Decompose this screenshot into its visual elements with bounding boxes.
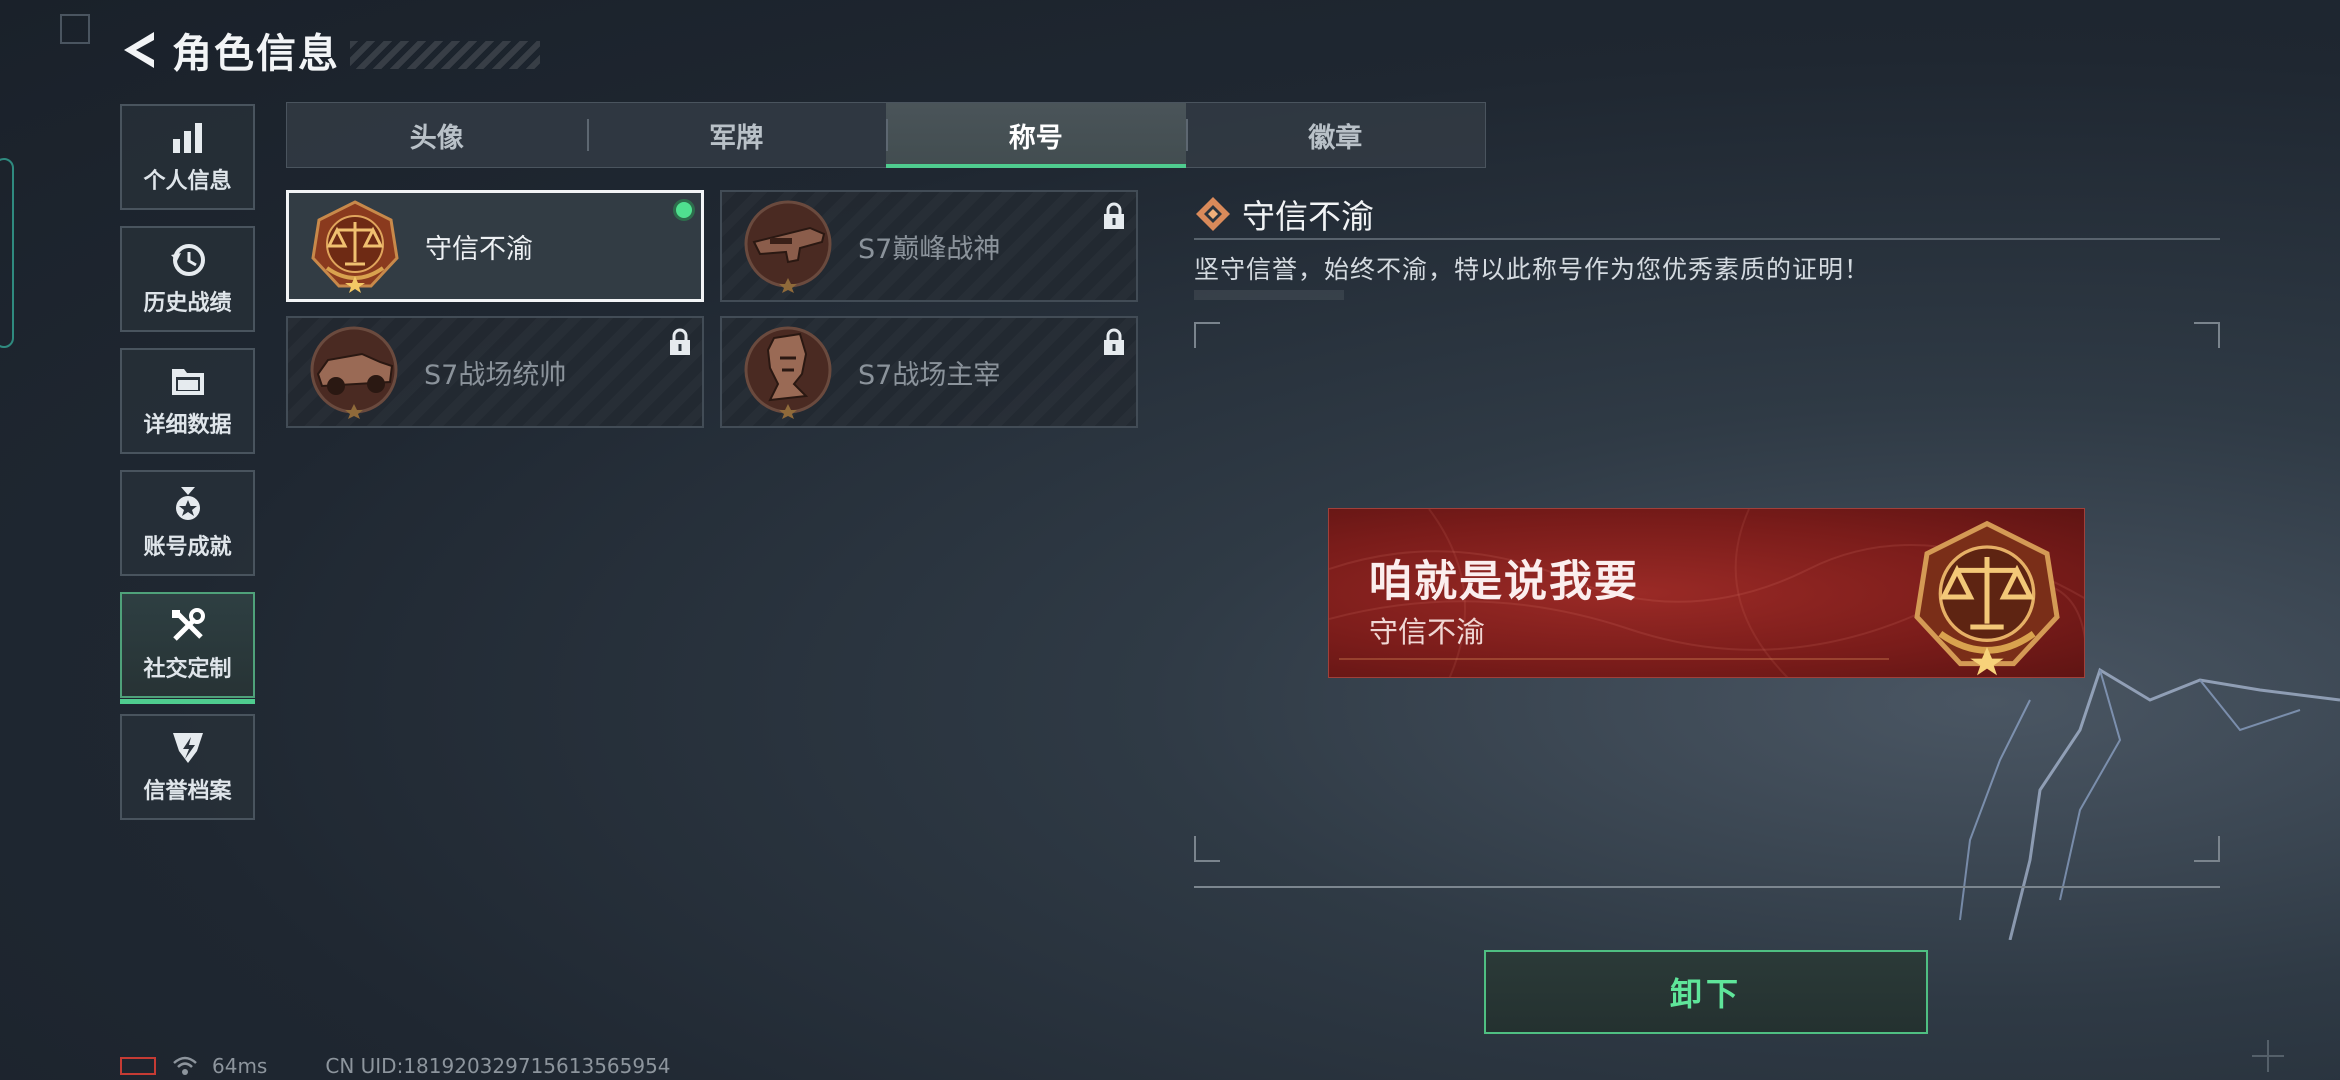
title-decoration [350, 41, 540, 69]
title-card-name: S7战场主宰 [858, 359, 1001, 391]
status-bar: 64ms CN UID:181920329715613565954 [120, 1054, 671, 1078]
equipped-indicator-icon [673, 199, 695, 221]
frame-corner [2194, 836, 2220, 862]
battery-icon [120, 1057, 156, 1075]
vehicle-emblem-icon [310, 326, 398, 419]
sidebar: 个人信息 历史战绩 详细数据 账号成就 社交定制 信誉档案 [120, 104, 255, 836]
title-card-name: S7战场统帅 [424, 359, 567, 391]
lock-icon [1104, 202, 1124, 229]
lock-icon [1104, 328, 1124, 355]
soldier-emblem-icon [744, 326, 832, 419]
side-edge-handle[interactable] [0, 158, 14, 348]
sidebar-item-history[interactable]: 历史战绩 [120, 226, 255, 332]
tools-icon [171, 608, 205, 641]
uid-text: CN UID:181920329715613565954 [325, 1054, 671, 1078]
sidebar-item-label: 历史战绩 [143, 291, 232, 316]
page-title: 角色信息 [172, 31, 340, 77]
unequip-button[interactable]: 卸下 [1484, 950, 1928, 1034]
sidebar-item-label: 个人信息 [143, 169, 232, 194]
page-header: 角色信息 [118, 22, 540, 78]
lock-icon [670, 328, 690, 355]
sidebar-item-label: 详细数据 [143, 413, 232, 438]
title-card-trustworthy[interactable]: 守信不渝 [286, 190, 704, 302]
folder-icon [171, 369, 204, 395]
description-decoration [1194, 290, 1344, 300]
tab-title[interactable]: 称号 [886, 103, 1186, 168]
banner-main-text: 咱就是说我要 [1369, 557, 1639, 607]
sidebar-item-credit-record[interactable]: 信誉档案 [120, 714, 255, 820]
corner-marker [60, 14, 90, 44]
sidebar-item-label: 社交定制 [143, 657, 232, 682]
credit-shield-icon [172, 733, 203, 763]
detail-divider [1194, 238, 2220, 240]
title-preview-banner: 咱就是说我要 守信不渝 [1328, 508, 2085, 678]
scales-emblem-icon [311, 200, 399, 293]
plus-marker-icon [2252, 1040, 2284, 1072]
title-card-name: S7巅峰战神 [858, 233, 1001, 265]
scales-emblem-icon [1914, 520, 2060, 676]
sidebar-item-detailed-data[interactable]: 详细数据 [120, 348, 255, 454]
detail-description: 坚守信誉，始终不渝，特以此称号作为您优秀素质的证明！ [1194, 255, 1871, 284]
detail-title: 守信不渝 [1242, 197, 1374, 236]
tab-dogtag[interactable]: 军牌 [586, 103, 887, 167]
rifle-emblem-icon [744, 200, 832, 293]
medal-icon [175, 487, 200, 520]
ping-value: 64ms [212, 1054, 268, 1078]
sidebar-item-personal-info[interactable]: 个人信息 [120, 104, 255, 210]
bar-chart-icon [172, 123, 202, 153]
tab-avatar[interactable]: 头像 [287, 103, 587, 167]
title-card-s7-dominator[interactable]: S7战场主宰 [720, 316, 1138, 428]
frame-corner [2194, 322, 2220, 348]
banner-sub-text: 守信不渝 [1369, 615, 1486, 649]
sidebar-item-social-custom[interactable]: 社交定制 [120, 592, 255, 704]
frame-corner [1194, 836, 1220, 862]
sidebar-item-label: 信誉档案 [143, 779, 232, 804]
preview-divider [1194, 886, 2220, 888]
frame-corner [1194, 322, 1220, 348]
title-card-s7-commander[interactable]: S7战场统帅 [286, 316, 704, 428]
tab-badge[interactable]: 徽章 [1185, 103, 1486, 167]
detail-header: 守信不渝 [1194, 190, 1374, 238]
diamond-title-icon [1196, 197, 1230, 231]
back-arrow-icon[interactable] [118, 28, 162, 72]
title-card-s7-peak-god[interactable]: S7巅峰战神 [720, 190, 1138, 302]
title-card-name: 守信不渝 [425, 233, 533, 265]
sidebar-item-label: 账号成就 [143, 535, 232, 560]
history-clock-icon [170, 244, 205, 276]
sidebar-item-achievements[interactable]: 账号成就 [120, 470, 255, 576]
tab-bar: 头像 军牌 称号 徽章 [286, 102, 1486, 168]
wifi-icon [173, 1056, 197, 1075]
